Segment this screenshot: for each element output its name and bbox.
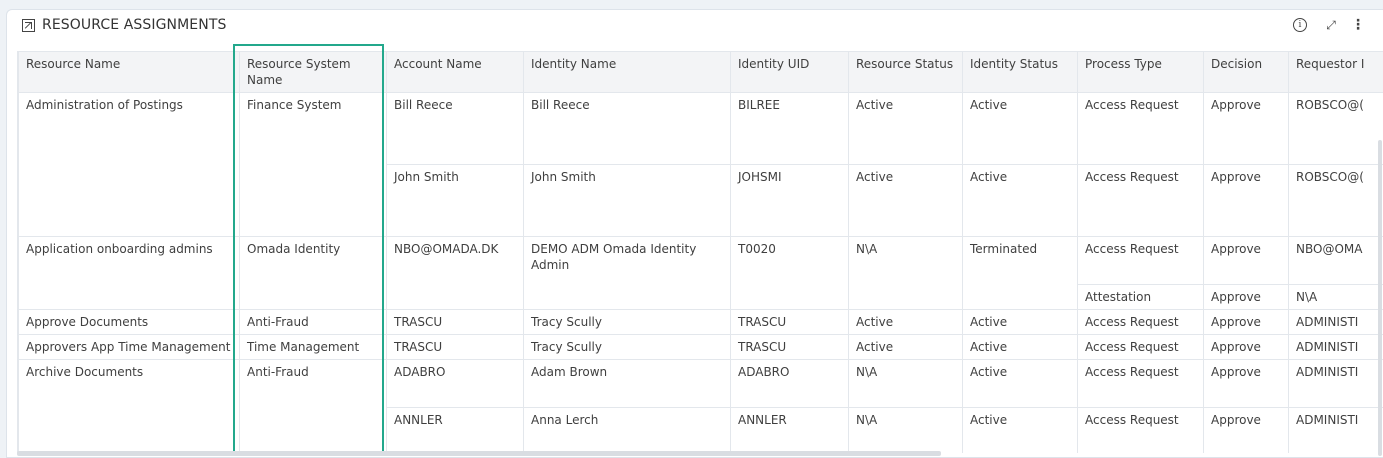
cell-process-type: Access Request (1078, 408, 1204, 454)
cell-account-name: ADABRO (387, 360, 524, 408)
cell-requestor: ROBSCO@( (1289, 165, 1383, 237)
cell-identity-status: Terminated (963, 237, 1078, 310)
cell-account-name: NBO@OMADA.DK (387, 237, 524, 310)
cell-identity-status: Active (963, 408, 1078, 454)
cell-system-name: Anti-Fraud (240, 310, 387, 335)
cell-identity-uid: TRASCU (731, 310, 849, 335)
cell-requestor: ADMINISTI (1289, 310, 1383, 335)
cell-account-name: John Smith (387, 165, 524, 237)
cell-process-type: Access Request (1078, 165, 1204, 237)
cell-resource-status: N\A (849, 408, 963, 454)
cell-decision: Approve (1204, 408, 1289, 454)
cell-identity-uid: ADABRO (731, 360, 849, 408)
assignments-table: Resource Name Resource System Name Accou… (18, 51, 1383, 453)
cell-identity-uid: JOHSMI (731, 165, 849, 237)
table-row[interactable]: Archive Documents Anti-Fraud ADABRO Adam… (19, 360, 1383, 408)
external-link-icon[interactable] (22, 19, 35, 32)
cell-decision: Approve (1204, 165, 1289, 237)
cell-process-type: Access Request (1078, 237, 1204, 285)
cell-identity-uid: T0020 (731, 237, 849, 310)
column-header-resource-status[interactable]: Resource Status (849, 52, 963, 93)
panel-header: RESOURCE ASSIGNMENTS i ⤢ ⋮ (7, 10, 1383, 42)
horizontal-scrollbar[interactable] (17, 451, 941, 456)
cell-resource-status: N\A (849, 237, 963, 310)
cell-resource-name: Application onboarding admins (19, 237, 240, 310)
cell-account-name: Bill Reece (387, 93, 524, 165)
cell-requestor: N\A (1289, 285, 1383, 310)
cell-identity-status: Active (963, 310, 1078, 335)
cell-identity-status: Active (963, 360, 1078, 408)
cell-resource-name: Approvers App Time Management (19, 335, 240, 360)
cell-identity-status: Active (963, 335, 1078, 360)
cell-identity-status: Active (963, 165, 1078, 237)
resource-assignments-panel: RESOURCE ASSIGNMENTS i ⤢ ⋮ Resource Name… (6, 9, 1383, 458)
cell-resource-status: Active (849, 335, 963, 360)
cell-account-name: TRASCU (387, 335, 524, 360)
cell-requestor: ADMINISTI (1289, 360, 1383, 408)
cell-requestor: ROBSCO@( (1289, 93, 1383, 165)
cell-decision: Approve (1204, 310, 1289, 335)
assignments-table-container[interactable]: Resource Name Resource System Name Accou… (17, 51, 1383, 453)
cell-identity-name: Anna Lerch (524, 408, 731, 454)
cell-resource-status: N\A (849, 360, 963, 408)
column-header-account-name[interactable]: Account Name (387, 52, 524, 93)
table-row[interactable]: Approvers App Time Management Time Manag… (19, 335, 1383, 360)
cell-process-type: Access Request (1078, 310, 1204, 335)
cell-requestor: ADMINISTI (1289, 408, 1383, 454)
cell-account-name: TRASCU (387, 310, 524, 335)
cell-process-type: Access Request (1078, 93, 1204, 165)
cell-system-name: Omada Identity (240, 237, 387, 310)
info-icon[interactable]: i (1291, 16, 1309, 34)
cell-decision: Approve (1204, 335, 1289, 360)
column-header-process-type[interactable]: Process Type (1078, 52, 1204, 93)
more-vertical-icon[interactable]: ⋮ (1349, 16, 1367, 34)
table-row[interactable]: Approve Documents Anti-Fraud TRASCU Trac… (19, 310, 1383, 335)
cell-decision: Approve (1204, 237, 1289, 285)
column-header-identity-uid[interactable]: Identity UID (731, 52, 849, 93)
cell-identity-uid: BILREE (731, 93, 849, 165)
cell-identity-name: Tracy Scully (524, 310, 731, 335)
table-row[interactable]: Administration of Postings Finance Syste… (19, 93, 1383, 165)
cell-identity-uid: TRASCU (731, 335, 849, 360)
vertical-scrollbar[interactable] (1378, 140, 1382, 456)
column-header-identity-name[interactable]: Identity Name (524, 52, 731, 93)
cell-account-name: ANNLER (387, 408, 524, 454)
cell-identity-name: Adam Brown (524, 360, 731, 408)
cell-system-name: Time Management (240, 335, 387, 360)
cell-resource-status: Active (849, 310, 963, 335)
cell-resource-name: Archive Documents (19, 360, 240, 454)
cell-decision: Approve (1204, 360, 1289, 408)
column-header-decision[interactable]: Decision (1204, 52, 1289, 93)
cell-decision: Approve (1204, 93, 1289, 165)
table-row[interactable]: Application onboarding admins Omada Iden… (19, 237, 1383, 285)
cell-identity-name: DEMO ADM Omada Identity Admin (524, 237, 731, 310)
cell-resource-status: Active (849, 165, 963, 237)
column-header-resource-name[interactable]: Resource Name (19, 52, 240, 93)
cell-identity-uid: ANNLER (731, 408, 849, 454)
table-header-row: Resource Name Resource System Name Accou… (19, 52, 1383, 93)
cell-system-name: Anti-Fraud (240, 360, 387, 454)
cell-identity-name: Tracy Scully (524, 335, 731, 360)
cell-requestor: NBO@OMA (1289, 237, 1383, 285)
cell-process-type: Attestation (1078, 285, 1204, 310)
cell-process-type: Access Request (1078, 360, 1204, 408)
cell-identity-status: Active (963, 93, 1078, 165)
cell-process-type: Access Request (1078, 335, 1204, 360)
cell-resource-status: Active (849, 93, 963, 165)
cell-requestor: ADMINISTI (1289, 335, 1383, 360)
expand-icon[interactable]: ⤢ (1322, 16, 1340, 34)
cell-decision: Approve (1204, 285, 1289, 310)
column-header-identity-status[interactable]: Identity Status (963, 52, 1078, 93)
cell-resource-name: Administration of Postings (19, 93, 240, 237)
column-header-requestor[interactable]: Requestor I (1289, 52, 1383, 93)
cell-identity-name: John Smith (524, 165, 731, 237)
panel-title: RESOURCE ASSIGNMENTS (42, 17, 226, 33)
cell-system-name: Finance System (240, 93, 387, 237)
cell-resource-name: Approve Documents (19, 310, 240, 335)
column-header-resource-system-name[interactable]: Resource System Name (240, 52, 387, 93)
cell-identity-name: Bill Reece (524, 93, 731, 165)
